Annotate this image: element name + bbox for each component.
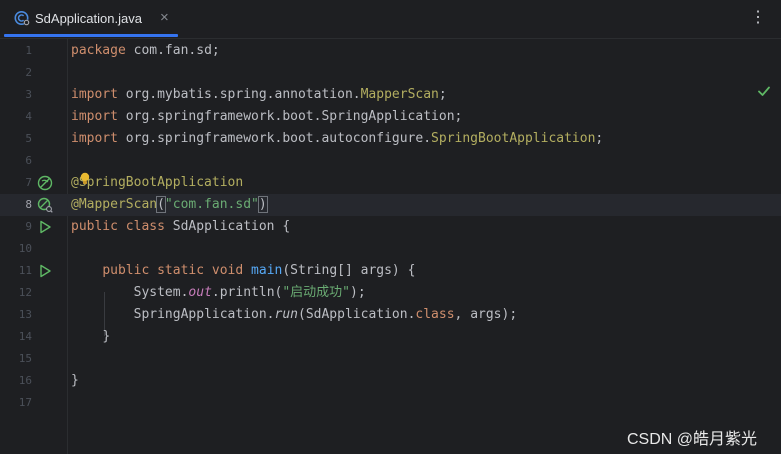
code-line: 15 [0, 348, 781, 370]
more-options-icon[interactable]: ⋮ [750, 8, 766, 28]
close-tab-icon[interactable]: × [160, 9, 169, 27]
closing-brace: } [71, 373, 79, 388]
code-line: 17 [0, 392, 781, 414]
string-literal: "启动成功" [282, 285, 351, 300]
code-line: 6 [0, 150, 781, 172]
line-number: 1 [25, 44, 32, 57]
import-path: org.springframework.boot.autoconfigure. [117, 131, 432, 146]
code-line: 7 @SpringBootApplication [0, 172, 781, 194]
string-literal: "com.fan.sd" [164, 197, 259, 212]
code-line: 3 import org.mybatis.spring.annotation.M… [0, 84, 781, 106]
code-line: 9 public class SdApplication { [0, 216, 781, 238]
run-gutter-icon[interactable] [37, 263, 53, 279]
tab-sdapplication-java[interactable]: SdApplication.java × [4, 0, 179, 38]
annotation: @MapperScan [71, 197, 158, 212]
code-line: 13 SpringApplication.run(SdApplication.c… [0, 304, 781, 326]
semicolon: ; [595, 131, 604, 146]
import-path: org.mybatis.spring.annotation. [117, 87, 361, 102]
keyword: void [211, 263, 244, 278]
code-text: (SdApplication. [298, 307, 416, 322]
line-number: 8 [25, 198, 32, 211]
closing-brace: } [102, 329, 111, 344]
line-number: 17 [18, 396, 32, 409]
code-line: 2 [0, 62, 781, 84]
code-editor[interactable]: 1 package com.fan.sd; 2 3 import org.myb… [0, 39, 781, 454]
code-text: , args); [454, 307, 518, 322]
static-method: run [274, 307, 298, 322]
code-line: 16 } [0, 370, 781, 392]
keyword: public [71, 219, 118, 234]
tab-label: SdApplication.java [35, 11, 142, 26]
code-line: 10 [0, 238, 781, 260]
line-number: 11 [18, 264, 32, 277]
method-params: (String[] args) { [282, 263, 416, 278]
lightbulb-icon[interactable] [79, 172, 91, 186]
bracket-match: ( [156, 196, 166, 213]
spring-scan-gutter-icon[interactable] [37, 197, 53, 213]
keyword: import [71, 131, 118, 146]
line-number: 2 [25, 66, 32, 79]
line-number: 12 [18, 286, 32, 299]
line-number: 9 [25, 220, 32, 233]
class-name: SdApplication { [164, 219, 291, 234]
code-line: 4 import org.springframework.boot.Spring… [0, 106, 781, 128]
run-gutter-icon[interactable] [37, 219, 53, 235]
code-line: 5 import org.springframework.boot.autoco… [0, 128, 781, 150]
code-text: SpringApplication. [133, 307, 275, 322]
keyword: public [102, 263, 150, 278]
keyword: package [71, 43, 126, 58]
semicolon: ; [438, 87, 447, 102]
line-number: 16 [18, 374, 32, 387]
code-line: 1 package com.fan.sd; [0, 40, 781, 62]
import-class: MapperScan [360, 87, 439, 102]
code-text: .println( [211, 285, 283, 300]
annotation: @SpringBootApplication [71, 175, 244, 190]
line-number: 6 [25, 154, 32, 167]
line-number: 7 [25, 176, 32, 189]
code-text: ); [350, 285, 366, 300]
code-line: 11 public static void main(String[] args… [0, 260, 781, 282]
line-number: 14 [18, 330, 32, 343]
keyword: class [125, 219, 165, 234]
line-number: 5 [25, 132, 32, 145]
line-number: 10 [18, 242, 32, 255]
line-number: 13 [18, 308, 32, 321]
method-name: main [251, 263, 283, 278]
spring-bean-gutter-icon[interactable] [37, 175, 53, 191]
code-line: 14 } [0, 326, 781, 348]
java-class-icon [14, 11, 30, 26]
static-field: out [188, 285, 212, 300]
keyword: import [71, 109, 118, 124]
watermark-text: CSDN @皓月紫光 [627, 431, 758, 448]
keyword: static [157, 263, 205, 278]
import-class: SpringBootApplication [431, 131, 596, 146]
active-tab-indicator [4, 34, 178, 37]
import-path: org.springframework.boot.SpringApplicati… [117, 109, 463, 124]
keyword: import [71, 87, 118, 102]
line-number: 15 [18, 352, 32, 365]
package-name: com.fan.sd; [125, 43, 220, 58]
no-problems-check-icon[interactable] [756, 83, 772, 99]
keyword: class [415, 307, 455, 322]
line-number: 4 [25, 110, 32, 123]
code-line-current: 8 @MapperScan("com.fan.sd") [0, 194, 781, 216]
line-number: 3 [25, 88, 32, 101]
code-text: System. [133, 285, 189, 300]
code-line: 12 System.out.println("启动成功"); [0, 282, 781, 304]
bracket-match: ) [257, 196, 268, 213]
editor-tab-bar: SdApplication.java × ⋮ [0, 0, 781, 39]
